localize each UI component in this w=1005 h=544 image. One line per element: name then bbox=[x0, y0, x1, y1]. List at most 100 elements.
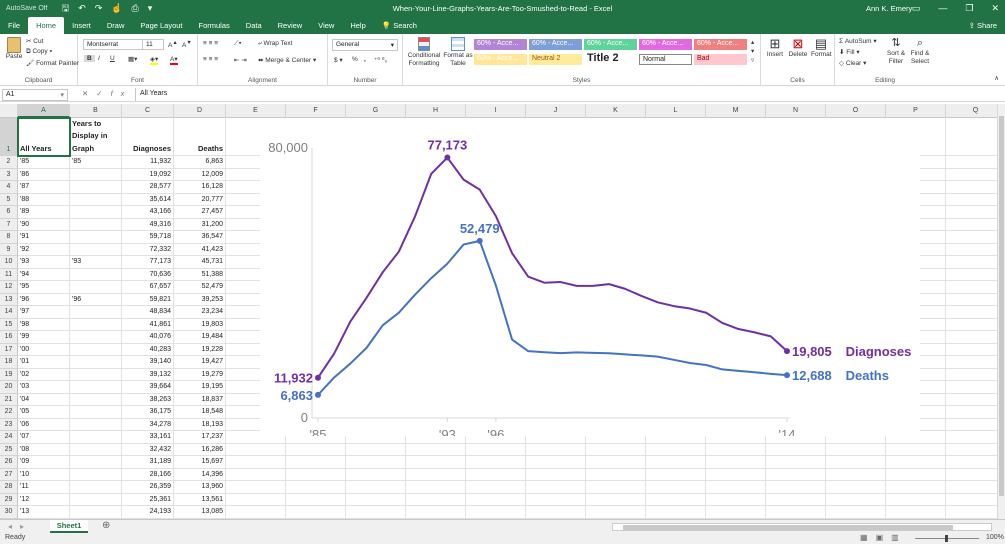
empty-cell[interactable] bbox=[946, 231, 997, 244]
empty-cell[interactable] bbox=[346, 493, 406, 506]
year-cell[interactable]: '91 bbox=[18, 231, 70, 244]
empty-cell[interactable] bbox=[586, 481, 646, 494]
display-year-cell[interactable] bbox=[70, 406, 122, 419]
empty-cell[interactable] bbox=[766, 506, 826, 519]
empty-cell[interactable] bbox=[946, 494, 997, 506]
row-header-5[interactable]: 5 bbox=[0, 193, 18, 206]
year-cell[interactable]: '00 bbox=[18, 343, 70, 356]
row-header-25[interactable]: 25 bbox=[0, 443, 18, 456]
column-header-k[interactable]: K bbox=[586, 104, 646, 118]
grow-font-button[interactable]: A▲ bbox=[168, 40, 178, 49]
header-cell-b[interactable]: Years to Display in Graph bbox=[70, 118, 122, 156]
column-header-b[interactable]: B bbox=[70, 104, 122, 118]
empty-cell[interactable] bbox=[826, 456, 886, 469]
diagnoses-cell[interactable]: 26,359 bbox=[122, 481, 174, 494]
empty-cell[interactable] bbox=[286, 506, 346, 519]
row-header-29[interactable]: 29 bbox=[0, 493, 18, 506]
style-neutral-2[interactable]: Neutral 2 bbox=[529, 54, 582, 65]
row-header-27[interactable]: 27 bbox=[0, 468, 18, 481]
empty-cell[interactable] bbox=[706, 481, 766, 494]
empty-cell[interactable] bbox=[766, 481, 826, 494]
empty-cell[interactable] bbox=[826, 468, 886, 481]
zoom-level[interactable]: 100% bbox=[986, 534, 1004, 541]
undo-icon[interactable]: ↶ bbox=[78, 0, 86, 17]
column-header-e[interactable]: E bbox=[226, 104, 286, 118]
display-year-cell[interactable] bbox=[70, 481, 122, 494]
autosum-button[interactable]: Σ AutoSum ▾ bbox=[839, 37, 877, 45]
display-year-cell[interactable] bbox=[70, 181, 122, 194]
empty-cell[interactable] bbox=[946, 319, 997, 331]
font-size-select[interactable]: 11 bbox=[142, 39, 164, 50]
empty-cell[interactable] bbox=[946, 394, 997, 406]
row-header-24[interactable]: 24 bbox=[0, 431, 18, 444]
column-header-g[interactable]: G bbox=[346, 104, 406, 118]
column-header-i[interactable]: I bbox=[466, 104, 526, 118]
empty-cell[interactable] bbox=[946, 344, 997, 356]
italic-button[interactable]: I bbox=[98, 55, 100, 62]
row-header-18[interactable]: 18 bbox=[0, 356, 18, 369]
row-header-28[interactable]: 28 bbox=[0, 481, 18, 494]
display-year-cell[interactable] bbox=[70, 393, 122, 406]
empty-cell[interactable] bbox=[466, 481, 526, 494]
empty-cell[interactable] bbox=[286, 468, 346, 481]
deaths-cell[interactable]: 15,697 bbox=[174, 456, 226, 469]
row-header-8[interactable]: 8 bbox=[0, 231, 18, 244]
diagnoses-cell[interactable]: 28,166 bbox=[122, 468, 174, 481]
column-header-q[interactable]: Q bbox=[946, 104, 997, 118]
cancel-icon[interactable]: ✕ bbox=[82, 89, 96, 98]
diagnoses-cell[interactable]: 59,718 bbox=[122, 231, 174, 244]
deaths-cell[interactable]: 19,427 bbox=[174, 356, 226, 369]
empty-cell[interactable] bbox=[826, 481, 886, 494]
save-icon[interactable]: 🖫 bbox=[62, 0, 70, 17]
empty-cell[interactable] bbox=[346, 481, 406, 494]
empty-cell[interactable] bbox=[646, 506, 706, 519]
display-year-cell[interactable] bbox=[70, 268, 122, 281]
display-year-cell[interactable] bbox=[70, 443, 122, 456]
deaths-cell[interactable]: 19,195 bbox=[174, 381, 226, 394]
display-year-cell[interactable] bbox=[70, 356, 122, 369]
diagnoses-cell[interactable]: 25,361 bbox=[122, 493, 174, 506]
vertical-scrollbar[interactable] bbox=[997, 104, 1005, 519]
underline-button[interactable]: U bbox=[110, 55, 115, 62]
cut-button[interactable]: ✂ Cut bbox=[26, 37, 43, 45]
deaths-cell[interactable]: 19,228 bbox=[174, 343, 226, 356]
style-accent-5[interactable]: 60% - Acce... bbox=[694, 39, 747, 50]
deaths-cell[interactable]: 16,128 bbox=[174, 181, 226, 194]
tab-draw[interactable]: Draw bbox=[99, 17, 133, 34]
style-accent-4[interactable]: 60% - Acce... bbox=[639, 39, 692, 50]
year-cell[interactable]: '07 bbox=[18, 431, 70, 444]
deaths-cell[interactable]: 13,085 bbox=[174, 506, 226, 519]
empty-cell[interactable] bbox=[946, 206, 997, 219]
empty-cell[interactable] bbox=[346, 456, 406, 469]
copy-button[interactable]: ⧉ Copy ▾ bbox=[26, 48, 52, 56]
style-bad[interactable]: Bad bbox=[694, 54, 747, 65]
empty-cell[interactable] bbox=[946, 118, 997, 156]
empty-cell[interactable] bbox=[406, 481, 466, 494]
empty-cell[interactable] bbox=[946, 306, 997, 319]
horizontal-scroll-thumb[interactable] bbox=[623, 525, 953, 530]
year-cell[interactable]: '87 bbox=[18, 181, 70, 194]
empty-cell[interactable] bbox=[406, 493, 466, 506]
horizontal-scrollbar[interactable] bbox=[612, 523, 992, 531]
empty-cell[interactable] bbox=[826, 493, 886, 506]
search-box[interactable]: 💡 Search bbox=[382, 17, 417, 34]
empty-cell[interactable] bbox=[766, 456, 826, 469]
empty-cell[interactable] bbox=[946, 444, 997, 456]
column-header-d[interactable]: D bbox=[174, 104, 226, 118]
deaths-cell[interactable]: 27,457 bbox=[174, 206, 226, 219]
diagnoses-cell[interactable]: 39,664 bbox=[122, 381, 174, 394]
enter-icon[interactable]: ✓ bbox=[96, 89, 110, 98]
year-cell[interactable]: '03 bbox=[18, 381, 70, 394]
row-header-12[interactable]: 12 bbox=[0, 281, 18, 294]
currency-button[interactable]: $ ▾ bbox=[334, 56, 343, 64]
empty-cell[interactable] bbox=[226, 493, 286, 506]
empty-cell[interactable] bbox=[406, 443, 466, 456]
style-title-2[interactable]: Title 2 bbox=[584, 52, 637, 66]
diagnoses-cell[interactable]: 40,283 bbox=[122, 343, 174, 356]
select-all-corner[interactable] bbox=[0, 104, 18, 118]
year-cell[interactable]: '86 bbox=[18, 168, 70, 181]
deaths-cell[interactable]: 19,484 bbox=[174, 331, 226, 344]
display-year-cell[interactable] bbox=[70, 193, 122, 206]
empty-cell[interactable] bbox=[946, 294, 997, 306]
tab-view[interactable]: View bbox=[310, 17, 342, 34]
